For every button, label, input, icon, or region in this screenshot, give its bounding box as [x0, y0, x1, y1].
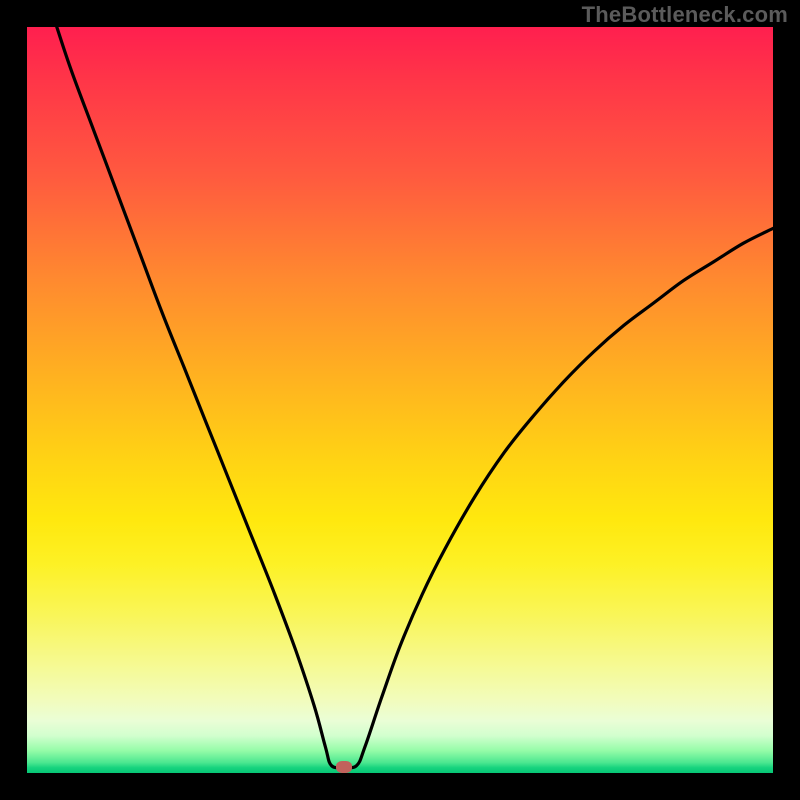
optimum-marker-dot: [336, 761, 352, 773]
chart-frame: TheBottleneck.com: [0, 0, 800, 800]
watermark-text: TheBottleneck.com: [582, 2, 788, 28]
bottleneck-curve: [27, 27, 773, 773]
plot-area: [27, 27, 773, 773]
